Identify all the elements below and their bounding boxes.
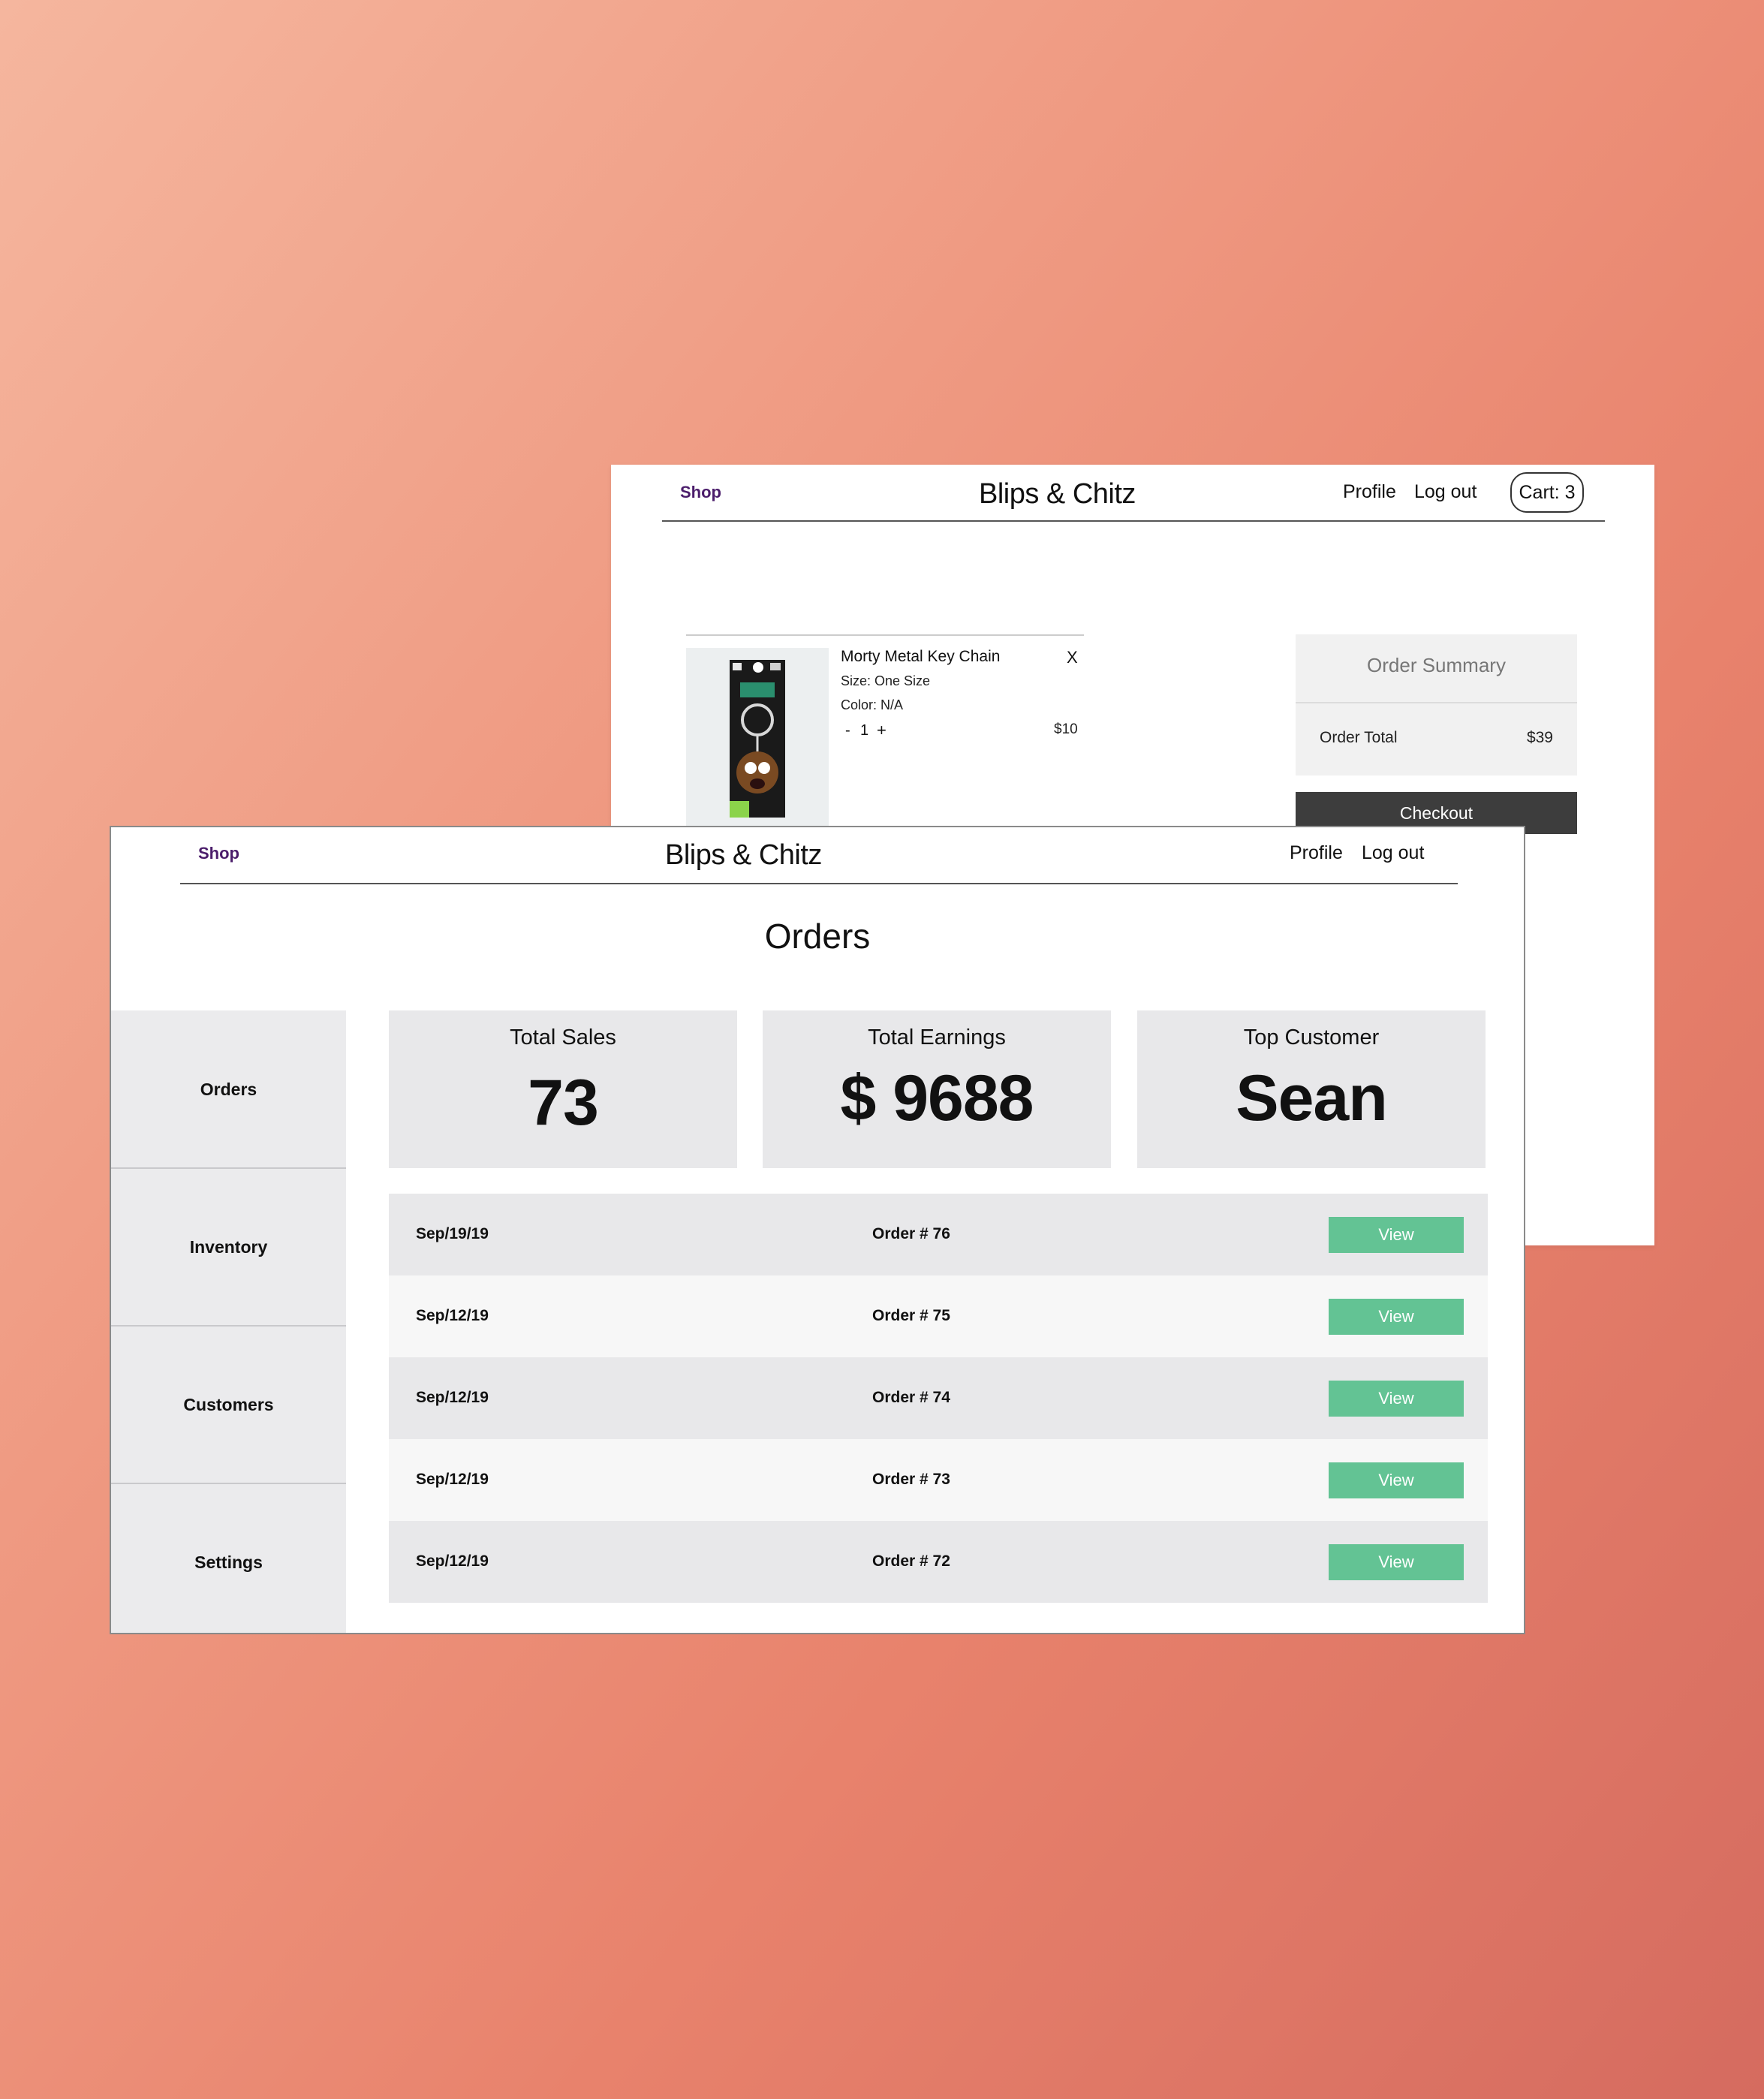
- order-number: Order # 74: [872, 1389, 950, 1406]
- order-date: Sep/12/19: [416, 1471, 489, 1488]
- product-image: [686, 648, 829, 826]
- stat-value: Sean: [1236, 1062, 1388, 1134]
- page-title: Orders: [764, 917, 871, 956]
- table-row: Sep/12/19 Order # 73 View: [389, 1439, 1488, 1521]
- shop-link[interactable]: Shop: [680, 483, 721, 502]
- order-date: Sep/12/19: [416, 1389, 489, 1406]
- order-number: Order # 73: [872, 1471, 950, 1488]
- stat-label: Top Customer: [1243, 1025, 1380, 1050]
- cart-nav: Shop Blips & Chitz Profile Log out Cart:…: [611, 465, 1654, 522]
- logout-link[interactable]: Log out: [1362, 842, 1424, 864]
- order-summary-title: Order Summary: [1367, 654, 1506, 676]
- stat-value: 73: [528, 1067, 599, 1139]
- stat-card-total-sales: Total Sales 73: [389, 1010, 737, 1168]
- cart-item-divider: [686, 634, 1084, 636]
- nav-divider: [180, 883, 1458, 884]
- order-date: Sep/12/19: [416, 1307, 489, 1324]
- order-summary: Order Summary Order Total $39: [1296, 634, 1577, 775]
- cart-button[interactable]: Cart: 3: [1510, 472, 1584, 513]
- sidebar-item-settings[interactable]: Settings: [111, 1483, 346, 1633]
- nav-divider: [662, 520, 1605, 522]
- brand-title: Blips & Chitz: [979, 478, 1136, 510]
- remove-item-button[interactable]: X: [1067, 648, 1078, 667]
- view-order-button[interactable]: View: [1329, 1381, 1464, 1417]
- sidebar-item-orders[interactable]: Orders: [111, 1010, 346, 1168]
- sidebar-item-customers[interactable]: Customers: [111, 1326, 346, 1483]
- table-row: Sep/12/19 Order # 72 View: [389, 1521, 1488, 1603]
- orders-table: Sep/19/19 Order # 76 View Sep/12/19 Orde…: [389, 1194, 1488, 1614]
- keychain-product-icon: [730, 660, 785, 818]
- stat-card-total-earnings: Total Earnings $ 9688: [763, 1010, 1111, 1168]
- quantity-decrease-button[interactable]: -: [845, 722, 850, 739]
- view-order-button[interactable]: View: [1329, 1544, 1464, 1580]
- table-row: Sep/19/19 Order # 76 View: [389, 1194, 1488, 1275]
- quantity-increase-button[interactable]: +: [877, 721, 887, 740]
- view-order-button[interactable]: View: [1329, 1217, 1464, 1253]
- profile-link[interactable]: Profile: [1343, 481, 1396, 503]
- brand-title: Blips & Chitz: [665, 839, 822, 871]
- item-name: Morty Metal Key Chain: [841, 648, 1001, 665]
- order-total-label: Order Total: [1320, 729, 1398, 746]
- stat-card-top-customer: Top Customer Sean: [1137, 1010, 1486, 1168]
- order-number: Order # 76: [872, 1225, 950, 1242]
- order-number: Order # 72: [872, 1552, 950, 1570]
- view-order-button[interactable]: View: [1329, 1299, 1464, 1335]
- admin-sidebar: Orders Inventory Customers Settings: [111, 1010, 346, 1633]
- order-date: Sep/19/19: [416, 1225, 489, 1242]
- sidebar-item-inventory[interactable]: Inventory: [111, 1168, 346, 1326]
- order-number: Order # 75: [872, 1307, 950, 1324]
- stat-value: $ 9688: [840, 1062, 1034, 1134]
- order-total-value: $39: [1526, 729, 1553, 746]
- item-size: Size: One Size: [841, 673, 931, 688]
- stat-label: Total Sales: [510, 1025, 616, 1050]
- order-summary-divider: [1296, 702, 1577, 703]
- table-row: Sep/12/19 Order # 74 View: [389, 1357, 1488, 1439]
- logout-link[interactable]: Log out: [1414, 481, 1477, 503]
- quantity-value: 1: [860, 722, 869, 739]
- admin-window: Shop Blips & Chitz Profile Log out Order…: [110, 826, 1525, 1634]
- item-color: Color: N/A: [841, 697, 904, 712]
- admin-nav: Shop Blips & Chitz Profile Log out: [111, 827, 1524, 884]
- table-row: Sep/12/19 Order # 75 View: [389, 1275, 1488, 1357]
- profile-link[interactable]: Profile: [1290, 842, 1343, 864]
- stat-label: Total Earnings: [868, 1025, 1006, 1050]
- order-date: Sep/12/19: [416, 1552, 489, 1570]
- view-order-button[interactable]: View: [1329, 1462, 1464, 1498]
- shop-link[interactable]: Shop: [198, 844, 239, 863]
- item-price: $10: [1054, 721, 1078, 737]
